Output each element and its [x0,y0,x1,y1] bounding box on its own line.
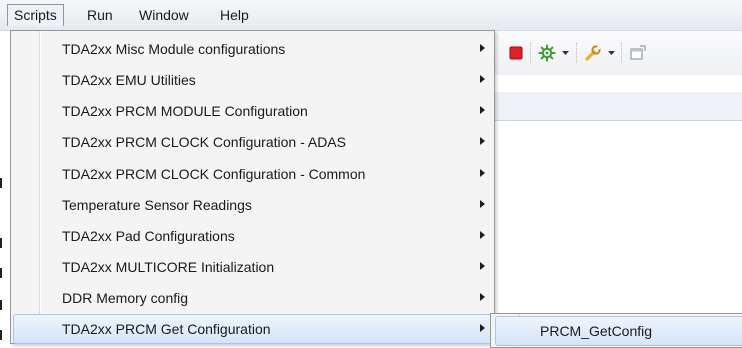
submenu-arrow-icon [480,75,485,83]
submenu-item-prcm-getconfig[interactable]: PRCM_GetConfig [495,316,742,346]
window-edge-mark [0,330,2,340]
menu-run[interactable]: Run [81,4,119,26]
submenu-arrow-icon [480,169,485,177]
menu-item-label: TDA2xx PRCM CLOCK Configuration - Common [62,166,366,182]
menu-item-emu-utilities[interactable]: TDA2xx EMU Utilities [13,65,492,95]
window-edge-mark [0,268,2,278]
menu-scripts[interactable]: Scripts [7,4,64,26]
submenu-arrow-icon [480,44,485,52]
submenu-arrow-icon [480,106,485,114]
menu-bar: Scripts Run Window Help [0,0,742,31]
menu-item-label: TDA2xx Pad Configurations [62,228,235,244]
toolbar-separator [530,43,533,63]
menu-item-prcm-get-configuration[interactable]: TDA2xx PRCM Get Configuration [13,314,492,344]
submenu-arrow-icon [480,137,485,145]
menu-window[interactable]: Window [133,4,195,26]
stop-icon[interactable] [509,44,523,62]
window-edge-mark [0,238,2,248]
open-perspective-icon[interactable] [629,44,647,62]
menu-item-label: TDA2xx PRCM Get Configuration [62,321,271,337]
submenu-arrow-icon [480,324,485,332]
menu-item-label: TDA2xx EMU Utilities [62,72,196,88]
toolbar-separator [576,43,579,63]
submenu-arrow-icon [480,231,485,239]
menu-help[interactable]: Help [214,4,255,26]
dropdown-arrow-icon[interactable] [607,44,616,62]
menu-item-label: TDA2xx PRCM CLOCK Configuration - ADAS [62,134,346,150]
submenu-arrow-icon [480,262,485,270]
menu-item-label: Temperature Sensor Readings [62,197,252,213]
menu-item-pad-configurations[interactable]: TDA2xx Pad Configurations [13,221,492,251]
submenu-arrow-icon [480,293,485,301]
submenu-item-label: PRCM_GetConfig [540,323,653,339]
scripts-dropdown-menu: TDA2xx Misc Module configurations TDA2xx… [10,30,495,344]
menu-item-prcm-module-configuration[interactable]: TDA2xx PRCM MODULE Configuration [13,96,492,126]
menu-item-label: DDR Memory config [62,290,189,306]
debug-gear-icon[interactable] [538,44,556,62]
menu-item-label: TDA2xx Misc Module configurations [62,41,286,57]
menu-item-prcm-clock-adas[interactable]: TDA2xx PRCM CLOCK Configuration - ADAS [13,127,492,157]
menu-item-multicore-initialization[interactable]: TDA2xx MULTICORE Initialization [13,252,492,282]
menu-item-label: TDA2xx MULTICORE Initialization [62,259,275,275]
menu-item-temperature-sensor-readings[interactable]: Temperature Sensor Readings [13,190,492,220]
toolbar [490,31,742,75]
view-header [490,92,742,121]
menu-item-prcm-clock-common[interactable]: TDA2xx PRCM CLOCK Configuration - Common [13,159,492,189]
window-edge-mark [0,178,2,188]
wrench-icon[interactable] [584,44,602,62]
toolbar-separator [621,43,624,63]
window-edge-mark [0,300,2,310]
menu-item-ddr-memory-config[interactable]: DDR Memory config [13,283,492,313]
menu-item-misc-module-configurations[interactable]: TDA2xx Misc Module configurations [13,34,492,64]
prcm-get-configuration-submenu: PRCM_GetConfig [490,313,742,348]
menu-item-label: TDA2xx PRCM MODULE Configuration [62,103,308,119]
submenu-arrow-icon [480,200,485,208]
dropdown-arrow-icon[interactable] [561,44,570,62]
